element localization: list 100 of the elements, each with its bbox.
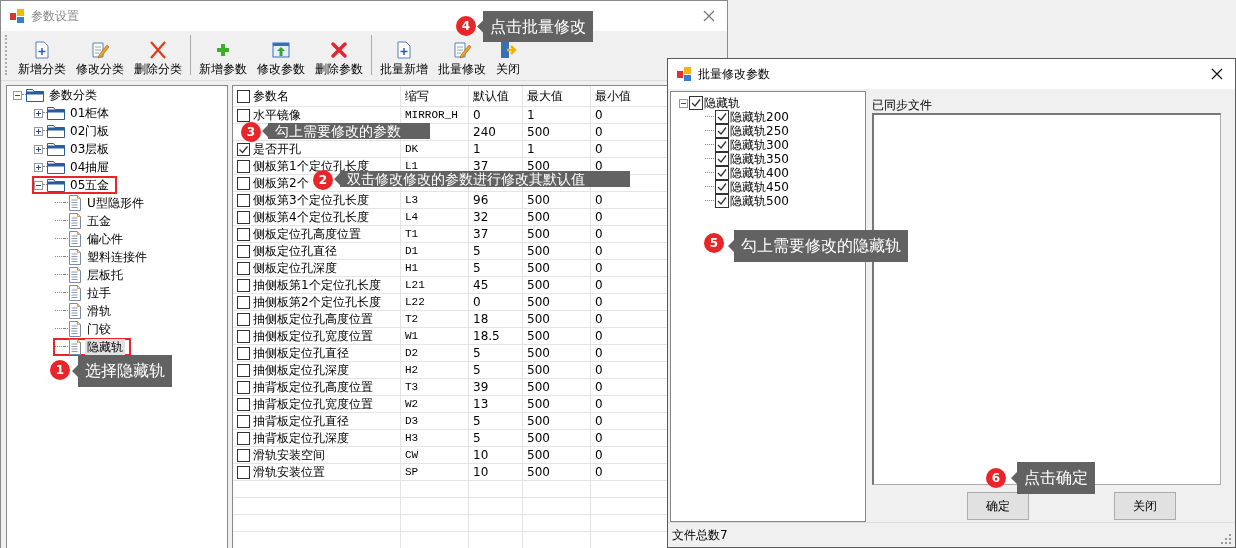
table-cell: 5 [473,414,481,428]
checkbox[interactable] [715,110,729,124]
toolbar-button[interactable]: 新增参数 [194,40,252,78]
checkbox[interactable] [237,261,250,275]
checkbox[interactable] [237,210,250,224]
table-cell: 侧板定位孔高度位置 [253,225,361,243]
checkbox[interactable] [237,278,250,292]
tree-item[interactable]: 02门板 [68,122,112,140]
table-cell: 5 [473,261,481,275]
expand-toggle[interactable] [679,98,688,108]
folder-icon [47,160,65,174]
checkbox[interactable] [237,295,250,309]
checkbox[interactable] [715,194,729,208]
table-cell: 0 [595,414,603,428]
checkbox[interactable] [237,363,250,377]
expand-toggle[interactable] [34,180,43,190]
checkbox[interactable] [237,193,250,207]
column-header[interactable]: 缩写 [405,87,429,105]
add-document-icon [32,40,52,60]
toolbar-button[interactable]: 新增分类 [13,40,71,78]
column-header[interactable]: 默认值 [473,87,509,105]
checkbox[interactable] [237,159,250,173]
tree-item[interactable]: 门铰 [85,320,113,338]
table-cell: 0 [595,227,603,241]
table-cell: SP [405,466,419,478]
checkbox[interactable] [237,431,250,445]
tree-item[interactable]: 拉手 [85,284,113,302]
expand-toggle[interactable] [13,90,22,100]
tree-item[interactable]: 01柜体 [68,104,112,122]
table-cell: 500 [527,329,550,343]
table-cell: 是否开孔 [253,140,301,158]
close-icon[interactable] [1211,68,1223,80]
checkbox[interactable] [237,176,250,190]
checkbox[interactable] [715,124,729,138]
expand-toggle[interactable] [34,108,43,118]
table-cell: 侧板定位孔深度 [253,259,337,277]
expand-toggle[interactable] [34,144,43,154]
table-cell: 5 [473,363,481,377]
folder-icon [47,178,65,192]
table-cell: 500 [527,312,550,326]
tree-item[interactable]: 偏心件 [85,230,125,248]
checkbox[interactable] [237,227,250,241]
checkbox[interactable] [237,448,250,462]
tree-item[interactable]: 滑轨 [85,302,113,320]
add-document-icon [394,40,414,60]
checkbox[interactable] [689,96,703,110]
tree-item[interactable]: 五金 [85,212,113,230]
table-cell: 10 [473,465,489,479]
resize-grip-icon[interactable] [1221,534,1231,544]
toolbar-button[interactable]: 批量新增 [375,40,433,78]
checkbox[interactable] [237,244,250,258]
tree-item[interactable]: 塑料连接件 [85,248,149,266]
checkbox[interactable] [237,89,250,103]
tree-item[interactable]: 05五金 [68,176,112,194]
tree-item[interactable]: 03层板 [68,140,112,158]
checkbox[interactable] [715,180,729,194]
table-cell: 0 [595,363,603,377]
table-cell: 500 [527,431,550,445]
toolbar-button[interactable]: 修改参数 [252,40,310,78]
toolbar-button[interactable]: 关闭 [491,40,525,78]
tree-item[interactable]: 隐藏轨 [85,338,125,356]
toolbar-button[interactable]: 批量修改 [433,40,491,78]
toolbar-button[interactable]: 删除分类 [129,40,187,78]
table-cell: 侧板第4个定位孔长度 [253,208,369,226]
column-header[interactable]: 最大值 [527,87,563,105]
tree-item[interactable]: 04抽屉 [68,158,112,176]
table-cell: 抽背板定位孔宽度位置 [253,395,373,413]
checkbox[interactable] [237,346,250,360]
table-cell: 0 [473,108,481,122]
checkbox[interactable] [237,329,250,343]
tree-item[interactable]: U型隐形件 [85,194,146,212]
checkbox[interactable] [237,312,250,326]
checkbox[interactable] [237,397,250,411]
table-cell-text: 侧板第1个定位孔长度 [253,157,369,173]
checkbox[interactable] [715,138,729,152]
table-cell: 500 [527,278,550,292]
synced-files-label: 已同步文件 [872,97,933,113]
toolbar-button[interactable]: 删除参数 [310,40,368,78]
checkbox[interactable] [715,152,729,166]
dialog-button[interactable]: 关闭 [1114,492,1176,520]
table-cell: H1 [405,262,419,274]
checkbox[interactable] [237,414,250,428]
table-cell: 1 [473,142,481,156]
document-icon [68,249,82,265]
tree-item[interactable]: 层板托 [85,266,125,284]
table-cell: W1 [405,330,419,342]
toolbar-button[interactable]: 修改分类 [71,40,129,78]
callout: 选择隐藏轨 [72,355,172,387]
column-header[interactable]: 最小值 [595,87,631,105]
checkbox[interactable] [237,142,250,156]
tree-item[interactable]: 参数分类 [47,86,99,104]
checkbox[interactable] [237,465,250,479]
dialog-button[interactable]: 确定 [967,492,1029,520]
checkbox[interactable] [237,380,250,394]
column-header[interactable]: 参数名 [253,87,289,105]
checkbox[interactable] [715,166,729,180]
expand-toggle[interactable] [34,126,43,136]
checkbox[interactable] [237,108,250,122]
table-cell: 0 [595,295,603,309]
expand-toggle[interactable] [34,162,43,172]
